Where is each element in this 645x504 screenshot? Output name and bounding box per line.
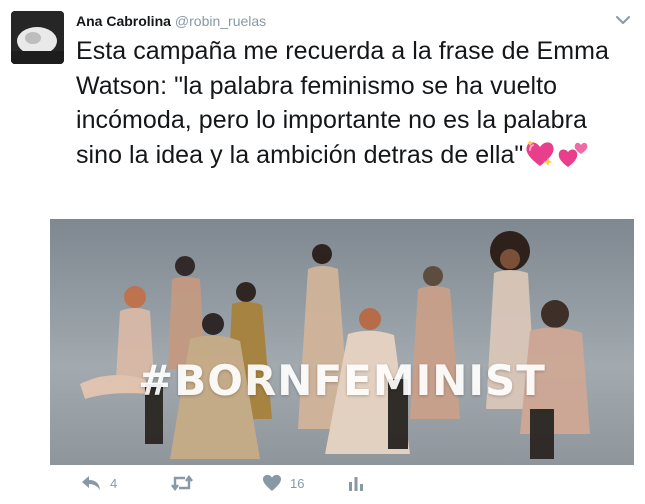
- reply-icon: [82, 476, 100, 490]
- tweet-header: Ana Cabrolina @robin_ruelas: [76, 11, 615, 31]
- like-button[interactable]: 16: [262, 470, 304, 496]
- reply-button[interactable]: 4: [80, 470, 117, 496]
- two-hearts-icon: [559, 142, 588, 167]
- reply-count: 4: [110, 475, 118, 491]
- heart-icon: [263, 474, 281, 491]
- like-count: 16: [290, 475, 305, 491]
- tweet-media-image[interactable]: #BORNFEMINIST: [50, 219, 634, 465]
- tweet-actions: 4 16: [80, 470, 480, 496]
- chevron-down-icon[interactable]: [613, 10, 633, 30]
- sparkling-heart-icon: [526, 139, 554, 166]
- tweet-text-block: Esta campaña me recuerda a la frase de E…: [76, 34, 636, 172]
- campaign-photo: [50, 219, 634, 465]
- retweet-icon: [171, 475, 193, 491]
- avatar[interactable]: [11, 11, 64, 64]
- author-handle[interactable]: @robin_ruelas: [175, 13, 266, 29]
- analytics-icon: [349, 477, 363, 491]
- avatar-image: [11, 11, 64, 64]
- campaign-hashtag: #BORNFEMINIST: [138, 356, 546, 405]
- retweet-button[interactable]: [170, 470, 202, 496]
- analytics-button[interactable]: [347, 470, 365, 496]
- author-name[interactable]: Ana Cabrolina: [76, 13, 171, 29]
- tweet-card[interactable]: Ana Cabrolina @robin_ruelas Esta campaña …: [0, 0, 645, 504]
